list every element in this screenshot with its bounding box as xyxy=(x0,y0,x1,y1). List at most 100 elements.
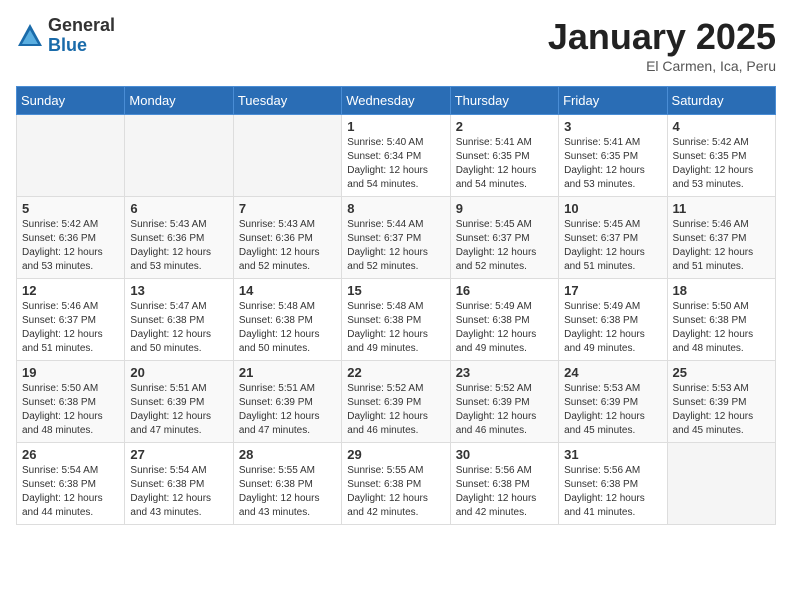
day-number: 9 xyxy=(456,201,553,216)
calendar-cell: 16 Sunrise: 5:49 AM Sunset: 6:38 PM Dayli… xyxy=(450,279,558,361)
calendar-cell: 27 Sunrise: 5:54 AM Sunset: 6:38 PM Dayli… xyxy=(125,443,233,525)
day-number: 28 xyxy=(239,447,336,462)
calendar-week-1: 1Sunrise: 5:40 AM Sunset: 6:34 PM Daylig… xyxy=(17,115,776,197)
calendar-week-3: 12 Sunrise: 5:46 AM Sunset: 6:37 PM Dayli… xyxy=(17,279,776,361)
day-info: Sunrise: 5:41 AM Sunset: 6:35 PM Dayligh… xyxy=(456,136,553,192)
calendar-weekday-saturday: Saturday xyxy=(667,87,775,115)
day-number: 25 xyxy=(673,365,770,380)
calendar-cell: 2Sunrise: 5:41 AM Sunset: 6:35 PM Daylig… xyxy=(450,115,558,197)
day-number: 12 xyxy=(22,283,119,298)
day-info: Sunrise: 5:56 AM Sunset: 6:38 PM Dayligh… xyxy=(564,464,661,520)
day-info: Sunrise: 5:46 AM Sunset: 6:37 PM Dayligh… xyxy=(673,218,770,274)
day-number: 22 xyxy=(347,365,444,380)
day-number: 4 xyxy=(673,119,770,134)
calendar-weekday-thursday: Thursday xyxy=(450,87,558,115)
day-number: 29 xyxy=(347,447,444,462)
calendar-cell: 14 Sunrise: 5:48 AM Sunset: 6:38 PM Dayli… xyxy=(233,279,341,361)
month-title: January 2025 xyxy=(548,16,776,58)
calendar-cell: 21 Sunrise: 5:51 AM Sunset: 6:39 PM Dayli… xyxy=(233,361,341,443)
day-number: 16 xyxy=(456,283,553,298)
day-number: 18 xyxy=(673,283,770,298)
calendar-weekday-friday: Friday xyxy=(559,87,667,115)
day-number: 23 xyxy=(456,365,553,380)
day-number: 8 xyxy=(347,201,444,216)
location-text: El Carmen, Ica, Peru xyxy=(548,58,776,74)
day-info: Sunrise: 5:51 AM Sunset: 6:39 PM Dayligh… xyxy=(239,382,336,438)
calendar-weekday-tuesday: Tuesday xyxy=(233,87,341,115)
calendar-cell: 15Sunrise: 5:48 AM Sunset: 6:38 PM Dayli… xyxy=(342,279,450,361)
calendar-cell: 20 Sunrise: 5:51 AM Sunset: 6:39 PM Dayli… xyxy=(125,361,233,443)
calendar-cell: 12 Sunrise: 5:46 AM Sunset: 6:37 PM Dayli… xyxy=(17,279,125,361)
day-info: Sunrise: 5:50 AM Sunset: 6:38 PM Dayligh… xyxy=(673,300,770,356)
day-info: Sunrise: 5:43 AM Sunset: 6:36 PM Dayligh… xyxy=(239,218,336,274)
day-info: Sunrise: 5:53 AM Sunset: 6:39 PM Dayligh… xyxy=(673,382,770,438)
day-info: Sunrise: 5:52 AM Sunset: 6:39 PM Dayligh… xyxy=(347,382,444,438)
calendar-weekday-wednesday: Wednesday xyxy=(342,87,450,115)
day-info: Sunrise: 5:48 AM Sunset: 6:38 PM Dayligh… xyxy=(239,300,336,356)
day-info: Sunrise: 5:43 AM Sunset: 6:36 PM Dayligh… xyxy=(130,218,227,274)
day-info: Sunrise: 5:47 AM Sunset: 6:38 PM Dayligh… xyxy=(130,300,227,356)
calendar-cell: 26Sunrise: 5:54 AM Sunset: 6:38 PM Dayli… xyxy=(17,443,125,525)
day-number: 27 xyxy=(130,447,227,462)
day-info: Sunrise: 5:49 AM Sunset: 6:38 PM Dayligh… xyxy=(564,300,661,356)
day-info: Sunrise: 5:52 AM Sunset: 6:39 PM Dayligh… xyxy=(456,382,553,438)
day-info: Sunrise: 5:55 AM Sunset: 6:38 PM Dayligh… xyxy=(239,464,336,520)
day-number: 14 xyxy=(239,283,336,298)
calendar-cell: 11Sunrise: 5:46 AM Sunset: 6:37 PM Dayli… xyxy=(667,197,775,279)
day-info: Sunrise: 5:50 AM Sunset: 6:38 PM Dayligh… xyxy=(22,382,119,438)
calendar-cell: 9 Sunrise: 5:45 AM Sunset: 6:37 PM Daylig… xyxy=(450,197,558,279)
day-number: 1 xyxy=(347,119,444,134)
day-number: 19 xyxy=(22,365,119,380)
day-number: 6 xyxy=(130,201,227,216)
calendar-cell: 4Sunrise: 5:42 AM Sunset: 6:35 PM Daylig… xyxy=(667,115,775,197)
calendar-cell: 3 Sunrise: 5:41 AM Sunset: 6:35 PM Daylig… xyxy=(559,115,667,197)
day-info: Sunrise: 5:46 AM Sunset: 6:37 PM Dayligh… xyxy=(22,300,119,356)
logo-general-text: General xyxy=(48,16,115,36)
calendar-cell: 10 Sunrise: 5:45 AM Sunset: 6:37 PM Dayli… xyxy=(559,197,667,279)
calendar-header-row: SundayMondayTuesdayWednesdayThursdayFrid… xyxy=(17,87,776,115)
calendar-table: SundayMondayTuesdayWednesdayThursdayFrid… xyxy=(16,86,776,525)
day-info: Sunrise: 5:49 AM Sunset: 6:38 PM Dayligh… xyxy=(456,300,553,356)
day-info: Sunrise: 5:55 AM Sunset: 6:38 PM Dayligh… xyxy=(347,464,444,520)
calendar-cell: 28 Sunrise: 5:55 AM Sunset: 6:38 PM Dayli… xyxy=(233,443,341,525)
calendar-cell: 1Sunrise: 5:40 AM Sunset: 6:34 PM Daylig… xyxy=(342,115,450,197)
day-number: 31 xyxy=(564,447,661,462)
day-number: 13 xyxy=(130,283,227,298)
day-number: 30 xyxy=(456,447,553,462)
page-header: General Blue January 2025 El Carmen, Ica… xyxy=(16,16,776,74)
calendar-week-5: 26 Sunrise: 5:54 AM Sunset: 6:38 PM Dayli… xyxy=(17,443,776,525)
day-number: 5 xyxy=(22,201,119,216)
day-number: 10 xyxy=(564,201,661,216)
calendar-cell: 18 Sunrise: 5:50 AM Sunset: 6:38 PM Dayli… xyxy=(667,279,775,361)
day-info: Sunrise: 5:51 AM Sunset: 6:39 PM Dayligh… xyxy=(130,382,227,438)
logo-icon xyxy=(16,22,44,50)
calendar-cell: 13 Sunrise: 5:47 AM Sunset: 6:38 PM Dayli… xyxy=(125,279,233,361)
day-info: Sunrise: 5:41 AM Sunset: 6:35 PM Dayligh… xyxy=(564,136,661,192)
calendar-cell: 25 Sunrise: 5:53 AM Sunset: 6:39 PM Dayli… xyxy=(667,361,775,443)
day-info: Sunrise: 5:48 AM Sunset: 6:38 PM Dayligh… xyxy=(347,300,444,356)
day-number: 20 xyxy=(130,365,227,380)
calendar-cell: 22 Sunrise: 5:52 AM Sunset: 6:39 PM Dayli… xyxy=(342,361,450,443)
calendar-cell: 23 Sunrise: 5:52 AM Sunset: 6:39 PM Dayli… xyxy=(450,361,558,443)
day-number: 21 xyxy=(239,365,336,380)
day-info: Sunrise: 5:45 AM Sunset: 6:37 PM Dayligh… xyxy=(564,218,661,274)
calendar-weekday-monday: Monday xyxy=(125,87,233,115)
calendar-cell xyxy=(667,443,775,525)
day-number: 26 xyxy=(22,447,119,462)
calendar-cell: 29 Sunrise: 5:55 AM Sunset: 6:38 PM Dayli… xyxy=(342,443,450,525)
calendar-cell: 17Sunrise: 5:49 AM Sunset: 6:38 PM Dayli… xyxy=(559,279,667,361)
day-info: Sunrise: 5:53 AM Sunset: 6:39 PM Dayligh… xyxy=(564,382,661,438)
calendar-cell: 24Sunrise: 5:53 AM Sunset: 6:39 PM Dayli… xyxy=(559,361,667,443)
calendar-week-2: 5Sunrise: 5:42 AM Sunset: 6:36 PM Daylig… xyxy=(17,197,776,279)
logo: General Blue xyxy=(16,16,115,56)
calendar-cell xyxy=(125,115,233,197)
calendar-week-4: 19 Sunrise: 5:50 AM Sunset: 6:38 PM Dayli… xyxy=(17,361,776,443)
day-number: 3 xyxy=(564,119,661,134)
day-number: 7 xyxy=(239,201,336,216)
day-info: Sunrise: 5:56 AM Sunset: 6:38 PM Dayligh… xyxy=(456,464,553,520)
day-info: Sunrise: 5:54 AM Sunset: 6:38 PM Dayligh… xyxy=(130,464,227,520)
calendar-cell: 5Sunrise: 5:42 AM Sunset: 6:36 PM Daylig… xyxy=(17,197,125,279)
calendar-cell xyxy=(233,115,341,197)
calendar-cell: 19 Sunrise: 5:50 AM Sunset: 6:38 PM Dayli… xyxy=(17,361,125,443)
day-info: Sunrise: 5:45 AM Sunset: 6:37 PM Dayligh… xyxy=(456,218,553,274)
